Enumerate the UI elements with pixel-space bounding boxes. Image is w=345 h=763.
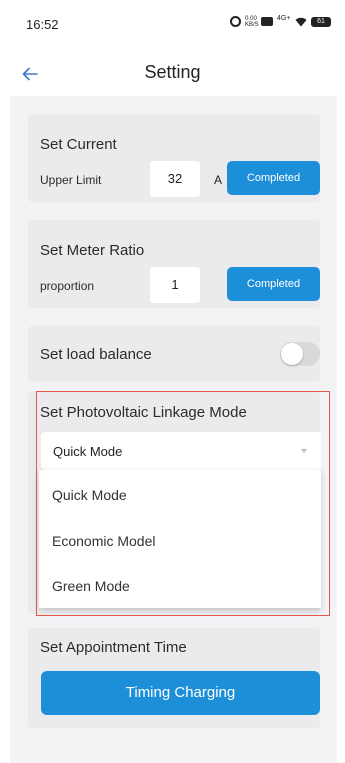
dropdown-option-green-mode[interactable]: Green Mode xyxy=(52,578,130,594)
load-balance-card: Set load balance xyxy=(28,326,320,382)
toggle-knob xyxy=(281,343,303,365)
page-title: Setting xyxy=(144,62,201,82)
status-bar: 16:52 0.00 KB/S 4G+ 61 xyxy=(0,0,345,34)
pv-mode-dropdown: Quick Mode Economic Model Green Mode xyxy=(39,470,321,608)
appointment-title: Set Appointment Time xyxy=(40,639,187,656)
upper-limit-unit: A xyxy=(214,173,223,187)
set-meter-ratio-title: Set Meter Ratio xyxy=(40,242,145,259)
chevron-down-icon xyxy=(301,449,307,453)
set-current-title: Set Current xyxy=(40,136,117,153)
pv-mode-selected: Quick Mode xyxy=(53,444,123,459)
timing-charging-button[interactable]: Timing Charging xyxy=(41,671,320,715)
wifi-icon xyxy=(295,17,307,26)
app-header: Setting xyxy=(0,34,345,96)
dropdown-option-economic-model[interactable]: Economic Model xyxy=(52,533,156,549)
network-speed: 0.00 KB/S xyxy=(245,16,259,28)
set-meter-ratio-completed-button[interactable]: Completed xyxy=(227,267,320,301)
set-current-card: Set Current Upper Limit 32 A Completed xyxy=(28,114,320,202)
hd-icon xyxy=(261,17,273,26)
upper-limit-label: Upper Limit xyxy=(40,173,102,187)
upper-limit-input[interactable]: 32 xyxy=(150,161,200,197)
set-current-completed-button[interactable]: Completed xyxy=(227,161,320,195)
battery-icon: 61 xyxy=(311,16,331,27)
load-balance-title: Set load balance xyxy=(40,346,152,363)
signal-label: 4G+ xyxy=(277,15,291,22)
status-icons: 0.00 KB/S 4G+ 61 xyxy=(230,15,331,28)
set-meter-ratio-card: Set Meter Ratio proportion 1 Completed xyxy=(28,220,320,308)
proportion-input[interactable]: 1 xyxy=(150,267,200,303)
pv-mode-select[interactable]: Quick Mode xyxy=(41,432,321,470)
dropdown-option-quick-mode[interactable]: Quick Mode xyxy=(52,487,127,503)
alarm-icon xyxy=(230,16,241,27)
status-time: 16:52 xyxy=(26,17,59,32)
load-balance-toggle[interactable] xyxy=(280,342,320,366)
proportion-label: proportion xyxy=(40,279,95,293)
